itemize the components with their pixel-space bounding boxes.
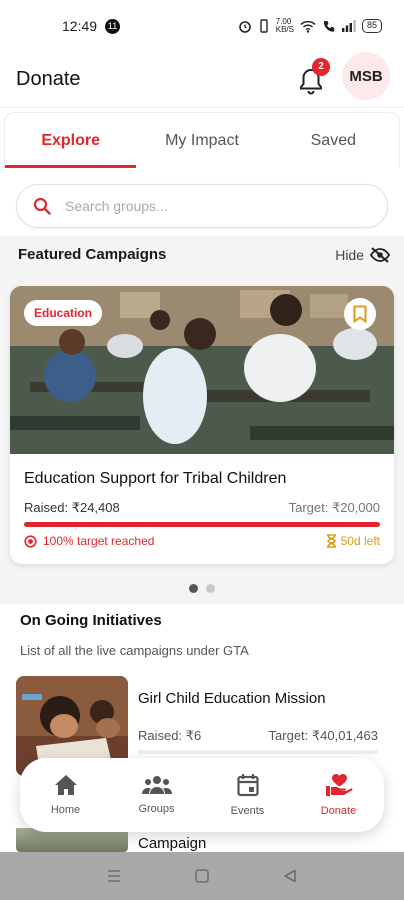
net-speed: 7.00 KB/S bbox=[276, 18, 294, 34]
home-square-icon[interactable] bbox=[195, 869, 209, 883]
status-icons: 7.00 KB/S 85 bbox=[238, 18, 382, 34]
nav-events-label: Events bbox=[230, 805, 265, 817]
signal-icon bbox=[341, 20, 356, 32]
initiative-title: Girl Child Education Mission bbox=[138, 690, 326, 707]
back-icon[interactable] bbox=[283, 869, 297, 883]
progress-bar bbox=[24, 522, 380, 527]
hide-button[interactable]: Hide bbox=[335, 247, 390, 263]
page-title: Donate bbox=[16, 68, 81, 90]
nav-donate-label: Donate bbox=[320, 805, 357, 817]
days-left: 50d left bbox=[326, 534, 380, 548]
bookmark-icon bbox=[353, 305, 367, 323]
pager-dot-active[interactable] bbox=[189, 584, 198, 593]
nav-donate[interactable]: Donate bbox=[293, 758, 384, 832]
pager-dot[interactable] bbox=[206, 584, 215, 593]
wifi-icon bbox=[300, 20, 316, 33]
tab-explore[interactable]: Explore bbox=[5, 113, 137, 168]
wifi-call-icon bbox=[323, 21, 335, 32]
initiative-title-2: Campaign bbox=[138, 835, 207, 852]
calendar-icon bbox=[236, 774, 259, 797]
notifications-button[interactable]: 2 bbox=[298, 58, 330, 95]
campaign-title: Education Support for Tribal Children bbox=[24, 470, 287, 487]
tab-bar: Explore My Impact Saved bbox=[4, 112, 400, 168]
battery-icon: 85 bbox=[361, 19, 382, 33]
target-icon bbox=[24, 534, 37, 548]
tab-saved[interactable]: Saved bbox=[268, 113, 399, 168]
status-bar: 12:49 11 7.00 KB/S 85 bbox=[0, 0, 404, 52]
campaign-image: Education bbox=[10, 286, 394, 454]
ongoing-subtitle: List of all the live campaigns under GTA bbox=[20, 643, 249, 658]
initiative-target: Target: ₹40,01,463 bbox=[268, 728, 378, 743]
days-left-label: 50d left bbox=[340, 534, 380, 548]
featured-campaign-card[interactable]: Education Education Support for Tribal C… bbox=[10, 286, 394, 564]
tab-my-impact[interactable]: My Impact bbox=[136, 113, 267, 168]
featured-header: Featured Campaigns Hide bbox=[18, 246, 390, 263]
eye-off-icon bbox=[370, 246, 390, 263]
search-bar[interactable] bbox=[16, 184, 388, 228]
donate-icon bbox=[325, 774, 352, 796]
nav-events[interactable]: Events bbox=[202, 758, 293, 832]
nav-home-label: Home bbox=[50, 804, 81, 816]
category-tag: Education bbox=[24, 300, 103, 326]
initiative-raised: Raised: ₹6 bbox=[138, 728, 202, 743]
app-header: Donate 2 MSB bbox=[0, 52, 404, 108]
net-speed-unit: KB/S bbox=[275, 25, 294, 34]
ongoing-title: On Going Initiatives bbox=[20, 612, 162, 629]
carousel-pager bbox=[189, 584, 215, 593]
hourglass-icon bbox=[326, 534, 336, 548]
target-reached-label: 100% target reached bbox=[43, 534, 155, 548]
featured-title: Featured Campaigns bbox=[18, 246, 167, 263]
hide-label: Hide bbox=[335, 246, 364, 263]
status-time: 12:49 bbox=[62, 18, 98, 34]
target-reached: 100% target reached bbox=[24, 534, 154, 548]
notification-badge: 2 bbox=[312, 58, 330, 76]
alarm-icon bbox=[238, 21, 251, 33]
notification-count-icon: 11 bbox=[105, 18, 121, 34]
bottom-navigation: Home Groups Events Donate bbox=[20, 758, 384, 832]
search-input[interactable] bbox=[65, 198, 345, 214]
nav-groups[interactable]: Groups bbox=[111, 758, 202, 832]
progress-fill bbox=[24, 522, 380, 527]
raised-amount: Raised: ₹24,408 bbox=[24, 500, 120, 515]
groups-icon bbox=[141, 776, 172, 794]
system-navigation bbox=[0, 852, 404, 900]
vibrate-icon bbox=[260, 19, 268, 33]
menu-icon[interactable] bbox=[107, 869, 121, 883]
search-icon bbox=[33, 197, 51, 215]
home-icon bbox=[54, 775, 77, 795]
initiative-progress-bar bbox=[138, 750, 378, 754]
nav-home[interactable]: Home bbox=[20, 758, 111, 832]
target-amount: Target: ₹20,000 bbox=[288, 500, 380, 515]
nav-groups-label: Groups bbox=[138, 803, 175, 815]
bookmark-button[interactable] bbox=[344, 298, 376, 330]
avatar[interactable]: MSB bbox=[342, 52, 390, 100]
